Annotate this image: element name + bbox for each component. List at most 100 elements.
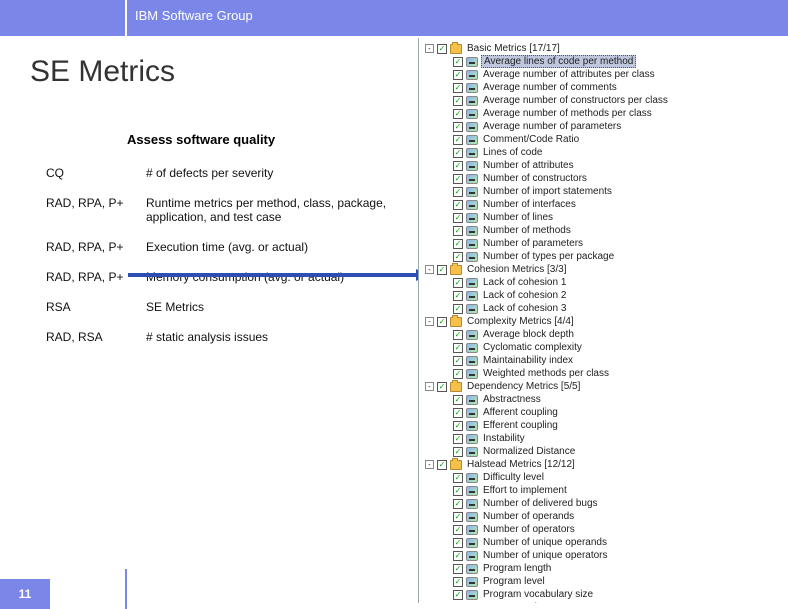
tree-item[interactable]: ✓Lack of cohesion 1 bbox=[425, 276, 786, 289]
tree-item[interactable]: ✓Number of interfaces bbox=[425, 198, 786, 211]
tree-checkbox[interactable]: ✓ bbox=[453, 226, 463, 236]
tree-checkbox[interactable]: ✓ bbox=[453, 486, 463, 496]
tree-item[interactable]: ✓Program volume bbox=[425, 601, 786, 603]
tree-group[interactable]: -✓ Cohesion Metrics [3/3] bbox=[425, 263, 786, 276]
tree-checkbox[interactable]: ✓ bbox=[453, 538, 463, 548]
tree-checkbox[interactable]: ✓ bbox=[453, 57, 463, 67]
expand-toggle[interactable]: - bbox=[425, 382, 434, 391]
expand-toggle[interactable]: - bbox=[425, 265, 434, 274]
tree-checkbox[interactable]: ✓ bbox=[453, 395, 463, 405]
tool-cell: RAD, RSA bbox=[40, 322, 140, 352]
tree-item[interactable]: ✓Number of parameters bbox=[425, 237, 786, 250]
tree-label: Cohesion Metrics [3/3] bbox=[465, 264, 569, 275]
tree-item[interactable]: ✓Average number of constructors per clas… bbox=[425, 94, 786, 107]
tree-checkbox[interactable]: ✓ bbox=[453, 369, 463, 379]
tree-item[interactable]: ✓Efferent coupling bbox=[425, 419, 786, 432]
tree-group[interactable]: -✓Halstead Metrics [12/12] bbox=[425, 458, 786, 471]
tree-item[interactable]: ✓Normalized Distance bbox=[425, 445, 786, 458]
tree-item[interactable]: ✓Number of constructors bbox=[425, 172, 786, 185]
expand-toggle[interactable]: - bbox=[425, 44, 434, 53]
tree-item[interactable]: ✓Lack of cohesion 3 bbox=[425, 302, 786, 315]
tree-item[interactable]: ✓Difficulty level bbox=[425, 471, 786, 484]
tree-item[interactable]: ✓Average block depth bbox=[425, 328, 786, 341]
tree-checkbox[interactable]: ✓ bbox=[453, 278, 463, 288]
tree-label: Program level bbox=[481, 576, 547, 587]
tree-checkbox[interactable]: ✓ bbox=[453, 356, 463, 366]
tree-checkbox[interactable]: ✓ bbox=[437, 44, 447, 54]
tree-item[interactable]: ✓Abstractness bbox=[425, 393, 786, 406]
tree-item[interactable]: ✓Average number of attributes per class bbox=[425, 68, 786, 81]
tree-checkbox[interactable]: ✓ bbox=[453, 96, 463, 106]
tree-checkbox[interactable]: ✓ bbox=[453, 408, 463, 418]
tree-item[interactable]: ✓Lack of cohesion 2 bbox=[425, 289, 786, 302]
tree-item[interactable]: ✓Comment/Code Ratio bbox=[425, 133, 786, 146]
tree-group[interactable]: -✓Basic Metrics [17/17] bbox=[425, 42, 786, 55]
tree-item[interactable]: ✓Number of delivered bugs bbox=[425, 497, 786, 510]
tree-item[interactable]: ✓Effort to implement bbox=[425, 484, 786, 497]
tree-checkbox[interactable]: ✓ bbox=[453, 213, 463, 223]
tree-item[interactable]: ✓Number of unique operators bbox=[425, 549, 786, 562]
tree-item[interactable]: ✓Afferent coupling bbox=[425, 406, 786, 419]
tree-checkbox[interactable]: ✓ bbox=[453, 603, 463, 604]
tree-checkbox[interactable]: ✓ bbox=[453, 174, 463, 184]
tree-checkbox[interactable]: ✓ bbox=[453, 330, 463, 340]
tree-checkbox[interactable]: ✓ bbox=[437, 265, 447, 275]
tree-checkbox[interactable]: ✓ bbox=[453, 499, 463, 509]
tree-checkbox[interactable]: ✓ bbox=[453, 291, 463, 301]
tree-checkbox[interactable]: ✓ bbox=[453, 148, 463, 158]
tree-checkbox[interactable]: ✓ bbox=[453, 83, 463, 93]
tree-item[interactable]: ✓Instability bbox=[425, 432, 786, 445]
tree-item[interactable]: ✓Average lines of code per method bbox=[425, 55, 786, 68]
tree-checkbox[interactable]: ✓ bbox=[453, 239, 463, 249]
tree-item[interactable]: ✓Number of unique operands bbox=[425, 536, 786, 549]
tree-item[interactable]: ✓Average number of parameters bbox=[425, 120, 786, 133]
tree-item[interactable]: ✓Number of types per package bbox=[425, 250, 786, 263]
tree-checkbox[interactable]: ✓ bbox=[453, 590, 463, 600]
tree-checkbox[interactable]: ✓ bbox=[453, 434, 463, 444]
tree-item[interactable]: ✓Weighted methods per class bbox=[425, 367, 786, 380]
tool-cell: RAD, RPA, P+ bbox=[40, 232, 140, 262]
tree-checkbox[interactable]: ✓ bbox=[437, 460, 447, 470]
tree-checkbox[interactable]: ✓ bbox=[453, 551, 463, 561]
tree-checkbox[interactable]: ✓ bbox=[453, 473, 463, 483]
metric-icon bbox=[466, 291, 478, 301]
tree-checkbox[interactable]: ✓ bbox=[453, 109, 463, 119]
tree-checkbox[interactable]: ✓ bbox=[453, 135, 463, 145]
tree-checkbox[interactable]: ✓ bbox=[453, 343, 463, 353]
tree-item[interactable]: ✓Program length bbox=[425, 562, 786, 575]
tree-item[interactable]: ✓ Number of methods bbox=[425, 224, 786, 237]
tree-checkbox[interactable]: ✓ bbox=[453, 564, 463, 574]
expand-toggle[interactable]: - bbox=[425, 317, 434, 326]
tree-checkbox[interactable]: ✓ bbox=[453, 525, 463, 535]
tree-checkbox[interactable]: ✓ bbox=[437, 317, 447, 327]
tree-checkbox[interactable]: ✓ bbox=[453, 70, 463, 80]
tree-item[interactable]: ✓Average number of methods per class bbox=[425, 107, 786, 120]
tree-checkbox[interactable]: ✓ bbox=[453, 512, 463, 522]
tree-item[interactable]: ✓Number of attributes bbox=[425, 159, 786, 172]
tree-checkbox[interactable]: ✓ bbox=[453, 447, 463, 457]
tree-item[interactable]: ✓Number of operands bbox=[425, 510, 786, 523]
tree-item[interactable]: ✓Program vocabulary size bbox=[425, 588, 786, 601]
tree-item[interactable]: ✓Average number of comments bbox=[425, 81, 786, 94]
tree-checkbox[interactable]: ✓ bbox=[453, 122, 463, 132]
tree-checkbox[interactable]: ✓ bbox=[453, 161, 463, 171]
tree-item[interactable]: ✓Number of import statements bbox=[425, 185, 786, 198]
tree-checkbox[interactable]: ✓ bbox=[453, 304, 463, 314]
metric-icon bbox=[466, 135, 478, 145]
tree-checkbox[interactable]: ✓ bbox=[453, 200, 463, 210]
tree-checkbox[interactable]: ✓ bbox=[437, 382, 447, 392]
tree-item[interactable]: ✓ Program level bbox=[425, 575, 786, 588]
tree-label: Number of methods bbox=[481, 225, 573, 236]
expand-toggle[interactable]: - bbox=[425, 460, 434, 469]
tree-group[interactable]: -✓Complexity Metrics [4/4] bbox=[425, 315, 786, 328]
tree-item[interactable]: ✓Number of operators bbox=[425, 523, 786, 536]
tree-checkbox[interactable]: ✓ bbox=[453, 421, 463, 431]
tree-item[interactable]: ✓Cyclomatic complexity bbox=[425, 341, 786, 354]
tree-checkbox[interactable]: ✓ bbox=[453, 252, 463, 262]
tree-item[interactable]: ✓Lines of code bbox=[425, 146, 786, 159]
tree-group[interactable]: -✓Dependency Metrics [5/5] bbox=[425, 380, 786, 393]
tree-checkbox[interactable]: ✓ bbox=[453, 577, 463, 587]
tree-item[interactable]: ✓Maintainability index bbox=[425, 354, 786, 367]
tree-item[interactable]: ✓Number of lines bbox=[425, 211, 786, 224]
tree-checkbox[interactable]: ✓ bbox=[453, 187, 463, 197]
